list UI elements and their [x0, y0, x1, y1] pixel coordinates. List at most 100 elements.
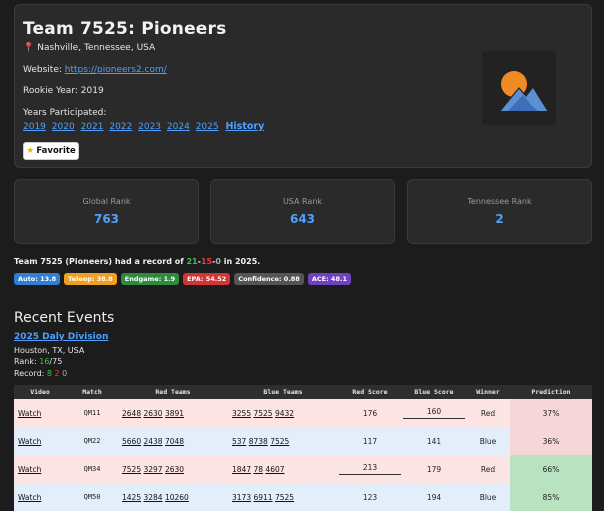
- red-score: 213: [338, 455, 402, 483]
- team-link[interactable]: 7525: [275, 493, 294, 502]
- year-link-2021[interactable]: 2021: [81, 122, 104, 132]
- red-score: 117: [338, 427, 402, 455]
- blue-score: 160: [402, 399, 466, 427]
- team-link[interactable]: 78: [253, 465, 263, 474]
- winner: Red: [466, 399, 510, 427]
- header-red-teams: Red Teams: [118, 385, 228, 399]
- header-blue-teams: Blue Teams: [228, 385, 338, 399]
- red-score: 123: [338, 483, 402, 511]
- year-link-2020[interactable]: 2020: [52, 122, 75, 132]
- team-link[interactable]: 7048: [165, 437, 184, 446]
- favorite-button-label: Favorite: [36, 146, 76, 156]
- website-link[interactable]: https://pioneers2.com/: [65, 65, 167, 75]
- year-link-2023[interactable]: 2023: [138, 122, 161, 132]
- auto-badge: Auto: 13.8: [14, 273, 61, 285]
- team-link[interactable]: 2648: [122, 409, 141, 418]
- team-link[interactable]: 2630: [143, 409, 162, 418]
- epa-badge: EPA: 54.52: [183, 273, 231, 285]
- record-suffix: in 2025.: [220, 257, 261, 266]
- rookie-year: Rookie Year: 2019: [23, 86, 104, 96]
- team-link[interactable]: 10260: [165, 493, 189, 502]
- stat-badges: Auto: 13.8 Teleop: 38.8 Endgame: 1.9 EPA…: [14, 273, 351, 285]
- year-link-2022[interactable]: 2022: [109, 122, 132, 132]
- header-winner: Winner: [466, 385, 510, 399]
- recent-events-heading: Recent Events: [14, 310, 115, 326]
- record-losses: 15: [200, 257, 213, 266]
- blue-score: 179: [402, 455, 466, 483]
- usa-rank-card: USA Rank 643: [210, 179, 395, 244]
- event-record-losses: 2: [54, 369, 60, 378]
- team-link[interactable]: 2438: [143, 437, 162, 446]
- team-location: 📍 Nashville, Tennessee, USA: [23, 43, 155, 53]
- red-teams: 2648 2630 3891: [118, 399, 228, 427]
- blue-score: 141: [402, 427, 466, 455]
- team-link[interactable]: 3173: [232, 493, 251, 502]
- year-link-2019[interactable]: 2019: [23, 122, 46, 132]
- season-record-summary: Team 7525 (Pioneers) had a record of 21-…: [14, 257, 261, 266]
- record-wins: 21: [186, 257, 198, 266]
- event-record: Record: 8 2 0: [14, 369, 67, 378]
- team-link[interactable]: 2630: [165, 465, 184, 474]
- team-link[interactable]: 8738: [249, 437, 268, 446]
- event-rank-total: /75: [49, 357, 63, 366]
- location-text: Nashville, Tennessee, USA: [37, 43, 156, 53]
- red-teams: 5660 2438 7048: [118, 427, 228, 455]
- mountain-sun-logo-icon: [499, 71, 549, 112]
- team-website: Website: https://pioneers2.com/: [23, 65, 167, 75]
- prediction: 36%: [510, 427, 592, 455]
- red-score: 176: [338, 399, 402, 427]
- event-record-label: Record:: [14, 369, 47, 378]
- event-rank-label: Rank:: [14, 357, 40, 366]
- year-link-2024[interactable]: 2024: [167, 122, 190, 132]
- watch-link[interactable]: Watch: [18, 437, 41, 446]
- winner: Red: [466, 455, 510, 483]
- usa-rank-label: USA Rank: [282, 197, 323, 206]
- team-link[interactable]: 7525: [122, 465, 141, 474]
- history-link[interactable]: History: [225, 121, 264, 132]
- blue-teams: 1847 78 4607: [228, 455, 338, 483]
- years-participated-list: 2019 2020 2021 2022 2023 2024 2025 Histo…: [23, 121, 267, 132]
- endgame-badge: Endgame: 1.9: [120, 273, 180, 285]
- year-link-2025[interactable]: 2025: [196, 122, 219, 132]
- team-link[interactable]: 7525: [270, 437, 289, 446]
- usa-rank-value: 643: [289, 212, 316, 226]
- event-link[interactable]: 2025 Daly Division: [14, 332, 108, 342]
- blue-teams: 3173 6911 7525: [228, 483, 338, 511]
- blue-score-value: 160: [402, 407, 466, 419]
- watch-link[interactable]: Watch: [18, 465, 41, 474]
- team-link[interactable]: 3891: [165, 409, 184, 418]
- event-rank-value: 16: [39, 357, 50, 366]
- star-icon: ★: [26, 146, 35, 156]
- team-link[interactable]: 1847: [232, 465, 251, 474]
- team-link[interactable]: 4607: [265, 465, 284, 474]
- confidence-badge: Confidence: 0.88: [234, 273, 304, 285]
- state-rank-label: Tennessee Rank: [467, 197, 532, 206]
- team-link[interactable]: 537: [232, 437, 246, 446]
- team-link[interactable]: 7525: [253, 409, 272, 418]
- team-link[interactable]: 3284: [143, 493, 162, 502]
- team-link[interactable]: 3297: [143, 465, 162, 474]
- prediction: 85%: [510, 483, 592, 511]
- team-link[interactable]: 6911: [253, 493, 272, 502]
- red-teams: 1425 3284 10260: [118, 483, 228, 511]
- state-rank-value: 2: [495, 212, 504, 226]
- winner: Blue: [466, 483, 510, 511]
- blue-score: 194: [402, 483, 466, 511]
- match-id: QM50: [66, 483, 118, 511]
- team-link[interactable]: 9432: [275, 409, 294, 418]
- team-link[interactable]: 1425: [122, 493, 141, 502]
- blue-teams: 537 8738 7525: [228, 427, 338, 455]
- watch-link[interactable]: Watch: [18, 409, 41, 418]
- match-id: QM22: [66, 427, 118, 455]
- event-record-wins: 8: [46, 369, 52, 378]
- event-record-ties: 0: [62, 369, 68, 378]
- header-blue-score: Blue Score: [402, 385, 466, 399]
- header-prediction: Prediction: [510, 385, 592, 399]
- table-row: Watch QM50 1425 3284 10260 3173 6911 752…: [14, 483, 592, 511]
- team-link[interactable]: 5660: [122, 437, 141, 446]
- favorite-button[interactable]: ★ Favorite: [23, 142, 79, 160]
- watch-link[interactable]: Watch: [18, 493, 41, 502]
- location-pin-icon: 📍: [23, 43, 35, 53]
- header-video: Video: [14, 385, 66, 399]
- team-link[interactable]: 3255: [232, 409, 251, 418]
